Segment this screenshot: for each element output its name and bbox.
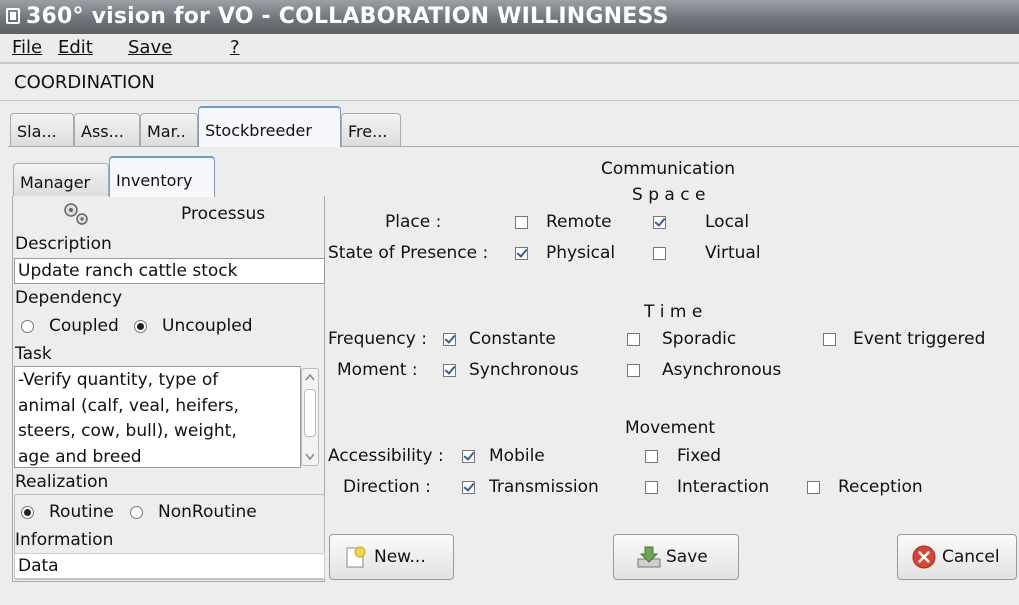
subtab-manager[interactable]: Manager <box>13 163 109 197</box>
checkbox-asynchronous-label: Asynchronous <box>662 360 782 380</box>
checkbox-mobile[interactable] <box>462 450 475 463</box>
checkbox-event-triggered-label: Event triggered <box>853 329 986 349</box>
checkbox-fixed-label: Fixed <box>677 446 722 466</box>
communication-title: Communication <box>601 159 735 179</box>
radio-coupled-label: Coupled <box>49 316 119 336</box>
checkbox-remote[interactable] <box>515 216 528 229</box>
time-heading: T i m e <box>644 302 703 322</box>
information-field[interactable]: Data <box>14 553 325 579</box>
tab-assembler[interactable]: Ass... <box>74 113 140 146</box>
radio-uncoupled-label: Uncoupled <box>162 316 253 336</box>
movement-heading: Movement <box>625 418 716 438</box>
radio-coupled[interactable] <box>21 320 34 333</box>
task-line: animal (calf, veal, heifers, <box>18 395 240 416</box>
checkbox-mobile-label: Mobile <box>489 446 545 466</box>
checkbox-virtual[interactable] <box>653 247 666 260</box>
description-label: Description <box>15 234 112 254</box>
checkbox-transmission-label: Transmission <box>489 477 599 497</box>
cancel-button-label: Cancel <box>942 547 1000 567</box>
task-textarea[interactable]: -Verify quantity, type of animal (calf, … <box>14 366 301 468</box>
inventory-panel: Processus Description Update ranch cattl… <box>12 196 325 582</box>
menu-file[interactable]: File <box>12 37 42 58</box>
task-line: steers, cow, bull), weight, <box>18 421 237 441</box>
task-label: Task <box>15 344 52 364</box>
frequency-label: Frequency : <box>328 329 427 349</box>
checkbox-asynchronous[interactable] <box>627 364 640 377</box>
checkbox-sporadic-label: Sporadic <box>662 329 737 349</box>
checkbox-constante[interactable] <box>443 333 456 346</box>
subtab-inventory[interactable]: Inventory <box>109 156 215 197</box>
chevron-down-icon[interactable] <box>305 453 315 461</box>
section-label: COORDINATION <box>14 72 155 93</box>
dependency-label: Dependency <box>15 288 123 308</box>
chevron-up-icon[interactable] <box>305 373 315 381</box>
checkbox-remote-label: Remote <box>546 212 612 232</box>
checkbox-virtual-label: Virtual <box>705 243 761 263</box>
checkbox-event-triggered[interactable] <box>823 333 836 346</box>
task-line: -Verify quantity, type of <box>18 370 219 390</box>
menu-save[interactable]: Save <box>128 37 172 58</box>
scroll-thumb[interactable] <box>304 389 316 437</box>
checkbox-fixed[interactable] <box>645 450 658 463</box>
checkbox-local[interactable] <box>653 216 666 229</box>
space-heading: S p a c e <box>632 185 706 205</box>
gears-icon <box>64 203 88 225</box>
radio-nonroutine[interactable] <box>130 506 143 519</box>
checkbox-synchronous-label: Synchronous <box>469 360 579 380</box>
realization-label: Realization <box>15 472 109 492</box>
information-label: Information <box>15 530 114 550</box>
tab-market[interactable]: Mar.. <box>140 113 198 146</box>
process-title: Processus <box>181 204 266 224</box>
description-field[interactable]: Update ranch cattle stock <box>14 258 325 284</box>
direction-label: Direction : <box>343 477 431 497</box>
checkbox-sporadic[interactable] <box>627 333 640 346</box>
cancel-button[interactable]: Cancel <box>897 534 1017 580</box>
checkbox-reception-label: Reception <box>838 477 923 497</box>
menu-help[interactable]: ? <box>230 37 240 58</box>
title-bar: 360° vision for VO - COLLABORATION WILLI… <box>0 0 1019 34</box>
new-button-label: New... <box>374 547 426 567</box>
save-button[interactable]: Save <box>613 534 739 580</box>
checkbox-synchronous[interactable] <box>443 364 456 377</box>
checkbox-transmission[interactable] <box>462 481 475 494</box>
cancel-icon <box>912 545 936 569</box>
checkbox-physical-label: Physical <box>546 243 616 263</box>
task-line: age and breed <box>18 446 142 467</box>
new-document-icon <box>344 545 368 569</box>
menu-edit[interactable]: Edit <box>58 37 93 58</box>
presence-label: State of Presence : <box>328 243 489 263</box>
menu-bar: File Edit Save ? <box>0 34 1019 63</box>
task-scrollbar[interactable] <box>301 368 319 466</box>
tab-freight[interactable]: Fre... <box>341 113 401 146</box>
new-button[interactable]: New... <box>329 534 454 580</box>
radio-nonroutine-label: NonRoutine <box>158 502 257 522</box>
tab-slaughter[interactable]: Sla... <box>10 113 74 146</box>
checkbox-local-label: Local <box>705 212 750 232</box>
window-title: 360° vision for VO - COLLABORATION WILLI… <box>26 4 669 29</box>
tab-stockbreeder[interactable]: Stockbreeder <box>198 106 341 147</box>
place-label: Place : <box>385 212 442 232</box>
checkbox-constante-label: Constante <box>469 329 556 349</box>
checkbox-interaction[interactable] <box>645 481 658 494</box>
window-icon <box>6 8 20 24</box>
save-button-label: Save <box>666 547 708 567</box>
accessibility-label: Accessibility : <box>328 446 444 466</box>
checkbox-physical[interactable] <box>515 247 528 260</box>
save-download-icon <box>636 545 661 569</box>
moment-label: Moment : <box>337 360 418 380</box>
radio-routine-label: Routine <box>49 502 114 522</box>
checkbox-reception[interactable] <box>807 481 820 494</box>
checkbox-interaction-label: Interaction <box>677 477 770 497</box>
radio-routine[interactable] <box>21 506 34 519</box>
radio-uncoupled[interactable] <box>134 320 147 333</box>
